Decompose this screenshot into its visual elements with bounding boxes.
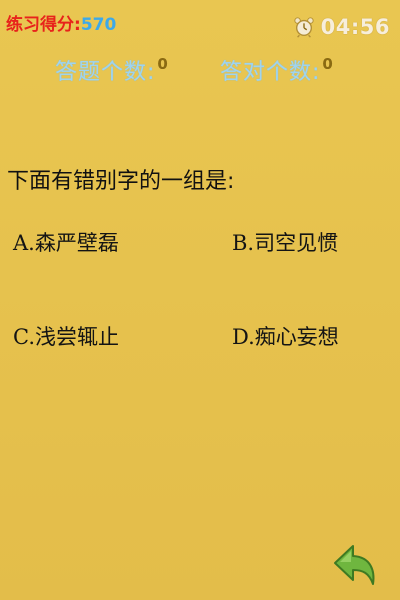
countdown-timer: 04:56 [293,15,390,39]
answered-value: 0 [157,55,168,73]
question-text: 下面有错别字的一组是: [7,169,235,194]
back-button[interactable] [331,543,381,587]
game-screen: 练习得分:570 04:56 答题个数: 0 答对个数: 0 下面有错别字的一组… [0,0,400,600]
correct-count: 答对个数: 0 [220,54,333,86]
answer-option-d[interactable]: D.痴心妄想 [232,321,339,351]
correct-value: 0 [322,55,333,73]
score-label: 练习得分: [6,15,81,35]
answer-option-b[interactable]: B.司空见惯 [232,227,338,257]
answer-option-c[interactable]: C.浅尝辄止 [13,321,119,351]
alarm-clock-icon [294,17,314,38]
score-value: 570 [80,15,117,35]
answer-option-a[interactable]: A.森严壁磊 [13,227,119,257]
answered-label: 答题个数: [55,60,156,85]
answered-count: 答题个数: 0 [55,54,168,86]
practice-score: 练习得分:570 [6,10,116,35]
correct-label: 答对个数: [220,60,321,85]
back-arrow-icon [334,545,375,585]
timer-value: 04:56 [320,15,390,39]
